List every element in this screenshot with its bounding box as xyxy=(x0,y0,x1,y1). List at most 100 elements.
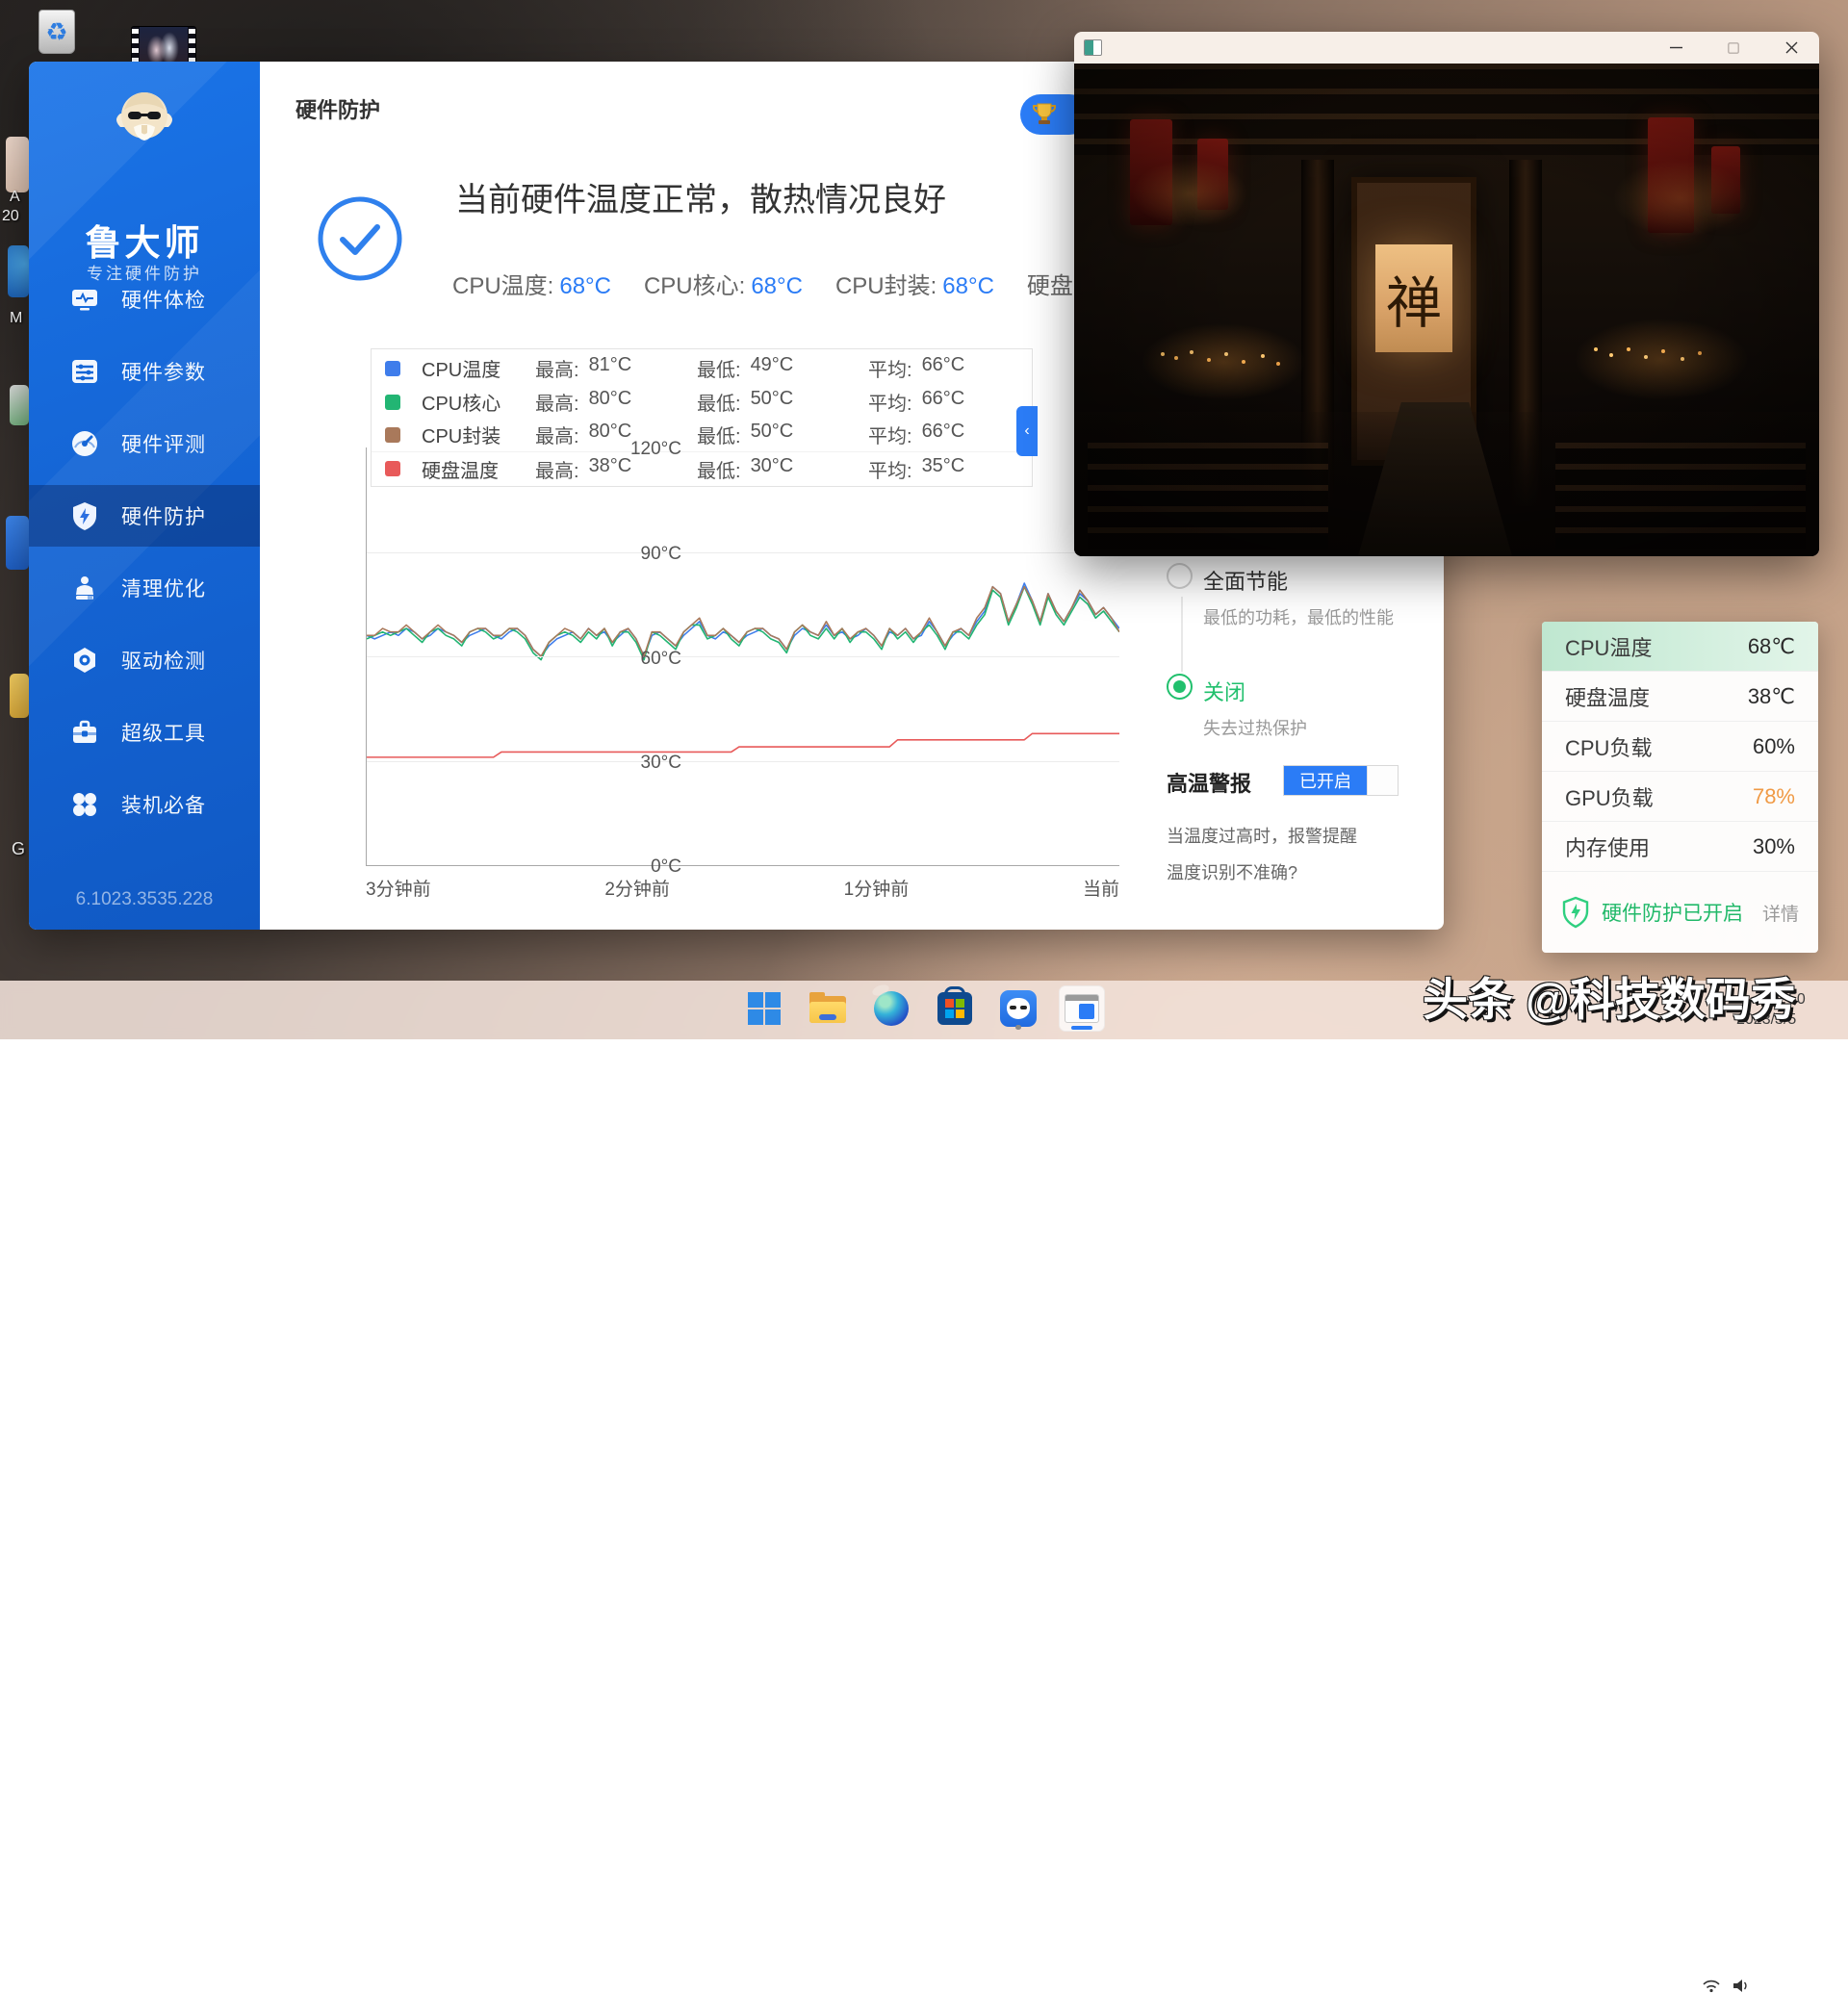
file-explorer-button[interactable] xyxy=(805,985,851,1032)
close-button[interactable] xyxy=(1777,36,1806,61)
game-window-titlebar[interactable] xyxy=(1074,32,1819,64)
legend-avg-value: 66°C xyxy=(921,388,965,409)
page-title: 硬件防护 xyxy=(295,98,381,122)
metric-label: CPU封装: xyxy=(834,273,937,299)
legend-max-value: 81°C xyxy=(588,354,632,375)
y-tick: 120°C xyxy=(629,439,681,459)
legend-col-label: 平均: xyxy=(868,394,912,415)
widget-label: CPU负载 xyxy=(1565,735,1653,760)
sidebar-item-hardware-benchmark[interactable]: 硬件评测 xyxy=(29,413,260,474)
sidebar-item-essentials[interactable]: 装机必备 xyxy=(29,774,260,835)
legend-row: CPU核心 最高: 80°C 最低: 50°C 平均: 66°C xyxy=(372,385,1032,419)
active-window-button[interactable] xyxy=(1059,985,1105,1032)
speaker-icon[interactable] xyxy=(1732,1979,1750,1993)
active-app-icon xyxy=(1065,994,1099,1023)
nut-icon xyxy=(69,645,100,676)
running-indicator xyxy=(1015,1025,1021,1030)
legend-col-label: 最低: xyxy=(697,360,741,381)
sidebar-item-driver-check[interactable]: 驱动检测 xyxy=(29,629,260,691)
sidebar-item-label: 装机必备 xyxy=(121,795,206,817)
x-axis-labels: 3分钟前 2分钟前 1分钟前 当前 xyxy=(366,875,1119,901)
widget-row-memory: 内存使用 30% xyxy=(1542,822,1818,872)
game-app-icon xyxy=(1084,39,1102,56)
widget-value: 60% xyxy=(1752,733,1795,758)
radio-protection-off[interactable] xyxy=(1167,674,1193,700)
x-tick: 当前 xyxy=(1082,880,1119,900)
gridline xyxy=(367,656,1119,657)
option-subtitle: 最低的功耗，最低的性能 xyxy=(1203,608,1394,627)
windows-logo-icon xyxy=(748,992,781,1025)
desktop-icon-fragment[interactable] xyxy=(6,137,29,192)
widget-label: 内存使用 xyxy=(1565,835,1651,860)
sidebar-item-label: 硬件评测 xyxy=(121,434,206,456)
recycle-bin-icon[interactable]: ♻ xyxy=(38,10,75,54)
y-tick: 90°C xyxy=(640,544,681,564)
sidebar-item-super-tools[interactable]: 超级工具 xyxy=(29,702,260,763)
metric-label: CPU核心: xyxy=(643,273,746,299)
gauge-icon xyxy=(69,428,100,459)
legend-row: CPU封装 最高: 80°C 最低: 50°C 平均: 66°C xyxy=(372,418,1032,451)
legend-avg-value: 66°C xyxy=(921,421,965,442)
edge-browser-button[interactable] xyxy=(868,985,914,1032)
temp-monitor-widget[interactable]: CPU温度 68℃ 硬盘温度 38℃ CPU负载 60% GPU负载 78% 内… xyxy=(1542,622,1818,953)
desktop-icon-fragment[interactable] xyxy=(10,674,29,718)
high-temp-alarm-label: 高温警报 xyxy=(1167,772,1252,796)
desktop-icon-fragment[interactable] xyxy=(8,245,29,297)
folder-icon xyxy=(809,992,846,1023)
sidebar-item-hardware-params[interactable]: 硬件参数 xyxy=(29,341,260,402)
sidebar-item-label: 驱动检测 xyxy=(121,651,206,673)
ludashi-taskbar-button[interactable] xyxy=(995,985,1041,1032)
desktop: ♻ A 20 M G 鲁大师 专注硬件防护 硬件体检 硬件参数 硬件评测 硬件防… xyxy=(0,0,1848,1993)
minimize-button[interactable] xyxy=(1661,36,1690,61)
desktop-icon-label: A xyxy=(10,189,20,205)
sidebar-item-hardware-protection[interactable]: 硬件防护 xyxy=(29,485,260,547)
y-tick: 30°C xyxy=(640,753,681,773)
ludashi-icon xyxy=(1000,990,1037,1027)
legend-col-label: 最低: xyxy=(697,394,741,415)
game-window: 禅 xyxy=(1074,32,1819,556)
option-title: 全面节能 xyxy=(1203,570,1289,594)
maximize-button[interactable] xyxy=(1719,36,1748,61)
game-scene: 禅 xyxy=(1074,64,1819,556)
shield-check-icon xyxy=(1562,896,1589,929)
widget-row-disk-temp: 硬盘温度 38℃ xyxy=(1542,672,1818,722)
app-logo-title: 鲁大师 xyxy=(85,223,204,263)
status-headline: 当前硬件温度正常，散热情况良好 xyxy=(455,182,946,218)
widget-row-gpu-load: GPU负载 78% xyxy=(1542,772,1818,822)
app-version: 6.1023.3535.228 xyxy=(75,889,214,909)
widget-label: CPU温度 xyxy=(1565,635,1653,660)
x-tick: 3分钟前 xyxy=(366,880,431,900)
temperature-chart xyxy=(366,447,1119,866)
gridline xyxy=(367,760,1119,762)
radio-full-powersave[interactable] xyxy=(1167,563,1193,589)
sidebar-item-cleanup[interactable]: 清理优化 xyxy=(29,557,260,619)
ludashi-mascot-logo xyxy=(116,92,172,141)
widget-footer: 硬件防护已开启 详情 xyxy=(1542,872,1818,953)
metric-value: 68°C xyxy=(751,273,803,299)
widget-label: 硬盘温度 xyxy=(1565,685,1651,710)
desktop-icon-fragment[interactable] xyxy=(10,385,29,425)
details-link[interactable]: 详情 xyxy=(1762,900,1799,926)
sidebar-item-label: 硬件防护 xyxy=(121,506,206,528)
desktop-icon-label: M xyxy=(10,310,23,326)
clover-dots-icon xyxy=(69,789,100,820)
trophy-icon xyxy=(1032,103,1057,124)
wifi-icon[interactable] xyxy=(1702,1979,1721,1993)
legend-col-label: 最高: xyxy=(535,360,579,381)
start-button[interactable] xyxy=(741,985,787,1032)
high-temp-alarm-toggle[interactable]: 已开启 xyxy=(1283,765,1399,796)
legend-col-label: 最高: xyxy=(535,394,579,415)
gridline xyxy=(367,551,1119,553)
status-ok-icon xyxy=(316,194,404,288)
legend-series-name: CPU温度 xyxy=(422,360,501,381)
protection-status-text: 硬件防护已开启 xyxy=(1602,903,1743,925)
metric-value: 68°C xyxy=(942,273,994,299)
desktop-icon-fragment[interactable] xyxy=(6,516,29,570)
toggle-knob xyxy=(1367,766,1398,795)
microsoft-store-button[interactable] xyxy=(932,985,978,1032)
desktop-icon-label: 20 xyxy=(2,208,19,224)
sidebar-item-hardware-check[interactable]: 硬件体检 xyxy=(29,268,260,330)
toggle-on-label: 已开启 xyxy=(1284,766,1367,795)
temp-inaccurate-link[interactable]: 温度识别不准确? xyxy=(1167,859,1297,884)
legend-avg-value: 66°C xyxy=(921,354,965,375)
